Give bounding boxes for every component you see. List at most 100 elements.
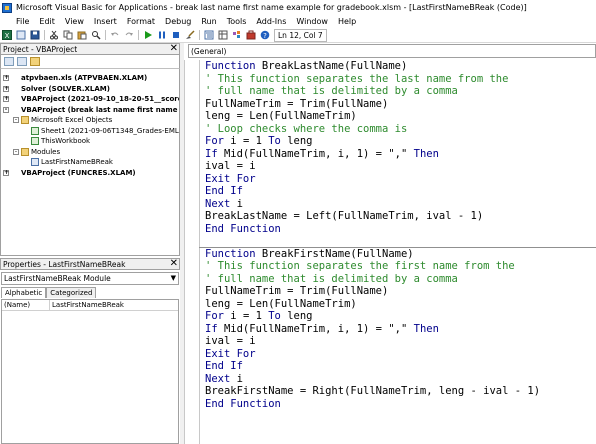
code-line[interactable]: FullNameTrim = Trim(FullName)	[205, 98, 595, 111]
expand-icon[interactable]: +	[3, 96, 9, 102]
undo-icon[interactable]	[109, 30, 121, 41]
code-line[interactable]: ' full name that is delimited by a comma	[205, 85, 595, 98]
properties-icon[interactable]	[217, 30, 229, 41]
code-line[interactable]: Exit For	[205, 173, 595, 186]
toolbar-separator	[44, 30, 45, 40]
menu-run[interactable]: Run	[196, 17, 221, 26]
cursor-position: Ln 12, Col 7	[274, 28, 327, 42]
property-value[interactable]: LastFirstNameBReak	[50, 301, 124, 309]
tree-item[interactable]: + Solver (SOLVER.XLAM)	[3, 84, 110, 94]
excel-icon[interactable]: X	[1, 30, 13, 41]
insert-module-icon[interactable]	[15, 30, 27, 41]
code-line[interactable]: ' full name that is delimited by a comma	[205, 273, 595, 286]
menu-view[interactable]: View	[60, 17, 89, 26]
break-icon[interactable]	[156, 30, 168, 41]
object-browser-icon[interactable]	[231, 30, 243, 41]
run-icon[interactable]	[142, 30, 154, 41]
code-line[interactable]	[205, 235, 595, 248]
tab-alphabetic[interactable]: Alphabetic	[1, 287, 47, 298]
tree-item[interactable]: - Microsoft Excel Objects	[13, 115, 112, 125]
view-code-icon[interactable]	[4, 57, 14, 66]
code-line[interactable]: BreakFirstName = Right(FullNameTrim, len…	[205, 385, 595, 398]
collapse-icon[interactable]: -	[13, 117, 19, 123]
properties-object-select[interactable]: LastFirstNameBReak Module ▼	[1, 272, 179, 285]
close-icon[interactable]: ✕	[170, 259, 178, 269]
redo-icon[interactable]	[123, 30, 135, 41]
tree-item[interactable]: + VBAProject (FUNCRES.XLAM)	[3, 168, 136, 178]
code-line[interactable]: ' This function separates the first name…	[205, 260, 595, 273]
close-icon[interactable]: ✕	[170, 44, 178, 54]
code-keyword: If	[205, 322, 224, 335]
code-line[interactable]: End If	[205, 360, 595, 373]
code-line[interactable]: If Mid(FullNameTrim, i, 1) = "," Then	[205, 323, 595, 336]
collapse-icon[interactable]: -	[13, 148, 19, 155]
code-comment: ' Loop checks where the comma is	[205, 122, 408, 135]
tree-item[interactable]: + VBAProject (2021-09-10_18-20-51__scores…	[3, 94, 179, 104]
code-line[interactable]: Function BreakFirstName(FullName)	[205, 248, 595, 261]
expand-icon[interactable]: +	[3, 75, 9, 81]
code-line[interactable]: ' This function separates the last name …	[205, 73, 595, 86]
expand-icon[interactable]: +	[3, 169, 9, 176]
menu-insert[interactable]: Insert	[89, 17, 122, 26]
collapse-icon[interactable]: -	[3, 106, 9, 113]
menu-debug[interactable]: Debug	[160, 17, 196, 26]
object-combo-value: (General)	[191, 46, 227, 56]
menu-help[interactable]: Help	[333, 17, 361, 26]
code-line[interactable]: ' Loop checks where the comma is	[205, 123, 595, 136]
tree-item[interactable]: Sheet1 (2021-09-06T1348_Grades-EML3041.	[23, 126, 179, 136]
code-line[interactable]: For i = 1 To leng	[205, 310, 595, 323]
menu-window[interactable]: Window	[291, 17, 333, 26]
code-line[interactable]: BreakLastName = Left(FullNameTrim, ival …	[205, 210, 595, 223]
tree-item[interactable]: - VBAProject (break last name first name …	[3, 105, 179, 115]
menu-file[interactable]: File	[0, 17, 34, 26]
code-line[interactable]: Function BreakLastName(FullName)	[205, 60, 595, 73]
save-icon[interactable]	[29, 30, 41, 41]
code-line[interactable]: leng = Len(FullNameTrim)	[205, 298, 595, 311]
code-line[interactable]: Exit For	[205, 348, 595, 361]
toolbox-icon[interactable]	[245, 30, 257, 41]
tree-item[interactable]: + atpvbaen.xls (ATPVBAEN.XLAM)	[3, 73, 147, 83]
code-line[interactable]: End Function	[205, 398, 595, 411]
code-line[interactable]: For i = 1 To leng	[205, 135, 595, 148]
code-line[interactable]: End If	[205, 185, 595, 198]
find-icon[interactable]	[90, 30, 102, 41]
code-line[interactable]: ival = i	[205, 160, 595, 173]
code-line[interactable]: Next i	[205, 198, 595, 211]
code-lines[interactable]: Function BreakLastName(FullName) ' This f…	[205, 60, 595, 410]
menu-edit[interactable]: Edit	[34, 17, 60, 26]
code-margin[interactable]	[185, 60, 200, 444]
tree-item[interactable]: LastFirstNameBReak	[23, 157, 113, 167]
paste-icon[interactable]	[76, 30, 88, 41]
expand-icon[interactable]: +	[3, 85, 9, 92]
property-row[interactable]: (Name) LastFirstNameBReak	[2, 300, 178, 311]
menu-add-ins[interactable]: Add-Ins	[251, 17, 291, 26]
project-panel-toolbar	[0, 55, 180, 68]
tree-item[interactable]: - Modules	[13, 147, 60, 157]
code-editor[interactable]: Function BreakLastName(FullName) ' This f…	[184, 60, 596, 444]
code-comment: ' full name that is delimited by a comma	[205, 272, 458, 285]
code-line[interactable]: ival = i	[205, 335, 595, 348]
code-line[interactable]: FullNameTrim = Trim(FullName)	[205, 285, 595, 298]
code-line[interactable]: leng = Len(FullNameTrim)	[205, 110, 595, 123]
menu-tools[interactable]: Tools	[222, 17, 252, 26]
toggle-folders-icon[interactable]	[30, 57, 40, 66]
reset-icon[interactable]	[170, 30, 182, 41]
code-text: leng = Len(FullNameTrim)	[205, 297, 357, 310]
title-bar: Microsoft Visual Basic for Applications …	[0, 0, 596, 15]
view-object-icon[interactable]	[17, 57, 27, 66]
code-line[interactable]: End Function	[205, 223, 595, 236]
tab-categorized[interactable]: Categorized	[46, 287, 97, 298]
tree-item[interactable]: ThisWorkbook	[23, 136, 90, 146]
project-explorer-icon[interactable]	[203, 30, 215, 41]
help-icon[interactable]: ?	[259, 30, 271, 41]
menu-format[interactable]: Format	[122, 17, 160, 26]
vba-app-icon[interactable]	[2, 2, 12, 13]
object-combo[interactable]: (General)	[188, 44, 596, 58]
copy-icon[interactable]	[62, 30, 74, 41]
code-line[interactable]: If Mid(FullNameTrim, i, 1) = "," Then	[205, 148, 595, 161]
chevron-down-icon[interactable]: ▼	[171, 274, 176, 282]
cut-icon[interactable]	[48, 30, 60, 41]
design-mode-icon[interactable]	[184, 30, 196, 41]
code-line[interactable]: Next i	[205, 373, 595, 386]
code-keyword: Function	[205, 247, 262, 260]
